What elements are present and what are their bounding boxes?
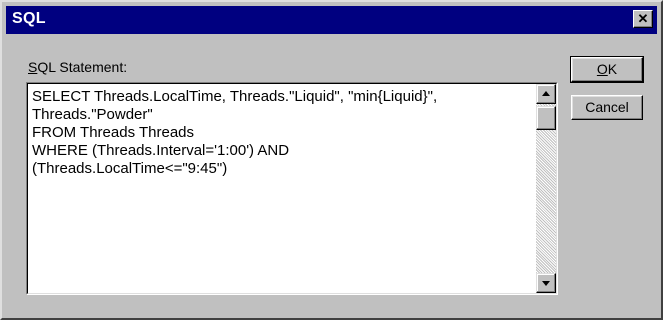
sql-text[interactable]: SELECT Threads.LocalTime, Threads."Liqui… <box>32 88 522 178</box>
close-icon: ✕ <box>637 11 649 26</box>
ok-label-rest: K <box>607 61 618 77</box>
vertical-scrollbar[interactable] <box>536 84 556 293</box>
textarea-frame: SELECT Threads.LocalTime, Threads."Liqui… <box>27 83 557 294</box>
ok-accelerator: O <box>596 61 608 77</box>
sql-statement-textarea[interactable]: SELECT Threads.LocalTime, Threads."Liqui… <box>26 82 558 295</box>
cancel-button[interactable]: Cancel <box>571 95 643 120</box>
ok-button[interactable]: OK <box>570 56 644 83</box>
label-accelerator: S <box>28 59 38 75</box>
sql-statement-label: SQL Statement: <box>28 59 127 75</box>
scroll-down-button[interactable] <box>536 273 556 293</box>
title-bar[interactable]: SQL ✕ <box>6 6 657 34</box>
scroll-down-arrow-icon <box>542 281 550 286</box>
scroll-thumb[interactable] <box>536 106 556 130</box>
scroll-up-button[interactable] <box>536 84 556 104</box>
close-button[interactable]: ✕ <box>633 10 653 28</box>
label-text: QL Statement: <box>37 59 128 75</box>
scroll-up-arrow-icon <box>542 91 550 96</box>
window-title: SQL <box>12 10 46 27</box>
